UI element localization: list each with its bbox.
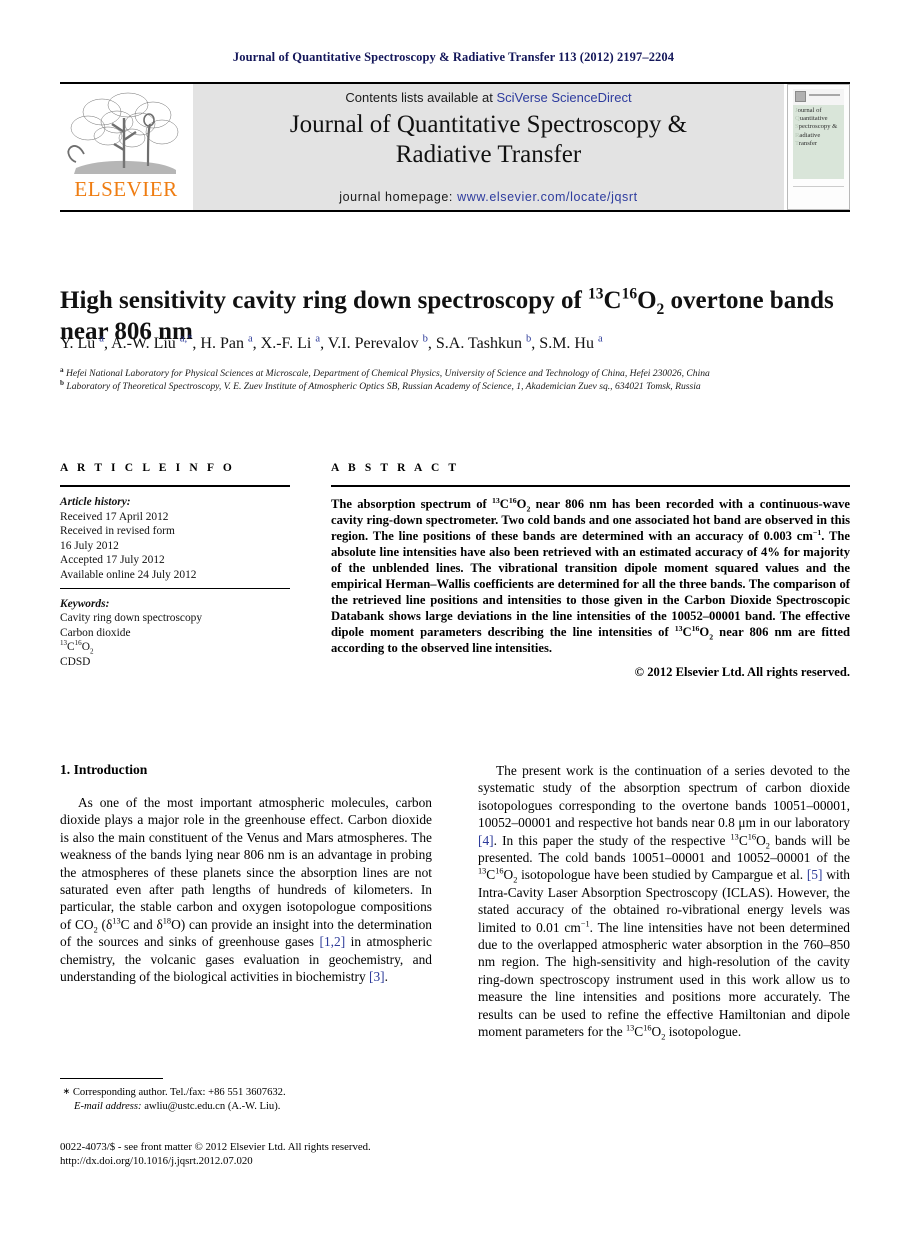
title-o: O — [637, 286, 657, 314]
citation-ref-5[interactable]: [5] — [807, 867, 823, 882]
journal-title-line1: Journal of Quantitative Spectroscopy & — [289, 111, 688, 138]
cover-title-line: Journal of — [795, 107, 822, 114]
article-history-label: Article history: — [60, 496, 131, 508]
article-page: Journal of Quantitative Spectroscopy & R… — [0, 0, 907, 1238]
intro-right-seg-6: . The line intensities have not been det… — [478, 919, 851, 1040]
running-head: Journal of Quantitative Spectroscopy & R… — [232, 50, 675, 64]
intro-right-seg-1: The present work is the continuation of … — [478, 763, 850, 831]
cover-top-bar — [793, 89, 844, 105]
email-label: E-mail address: — [74, 1101, 142, 1112]
intro-right-seg-7: isotopologue. — [665, 1024, 742, 1040]
journal-homepage-link[interactable]: www.elsevier.com/locate/jqsrt — [457, 190, 638, 204]
abstract-column: A B S T R A C T The absorption spectrum … — [331, 462, 850, 680]
corresponding-author-note: ∗ Corresponding author. Tel./fax: +86 55… — [60, 1084, 432, 1100]
journal-title-line2: Radiative Transfer — [395, 141, 582, 168]
imprint-block: 0022-4073/$ - see front matter © 2012 El… — [60, 1140, 480, 1169]
affiliations: a Hefei National Laboratory for Physical… — [60, 365, 850, 394]
cover-title-line: Radiative — [795, 131, 821, 139]
intro-left-seg-2: (δ — [97, 916, 113, 932]
abstract-heading: A B S T R A C T — [331, 462, 460, 474]
body-left-column: 1. Introduction As one of the most impor… — [60, 762, 432, 985]
affiliation-b-text: Laboratory of Theoretical Spectroscopy, … — [66, 380, 701, 392]
citation-ref-3[interactable]: [3] — [369, 969, 385, 984]
intro-right-seg-4: isotopologue have been studied by Campar… — [517, 867, 807, 883]
corresponding-author-text: Corresponding author. Tel./fax: +86 551 … — [72, 1087, 286, 1098]
article-info-heading: A R T I C L E I N F O — [60, 462, 235, 474]
abstract-rule — [331, 485, 850, 487]
cover-title-line: Quantitative — [795, 115, 828, 123]
history-item: Received in revised form — [60, 525, 175, 538]
title-c: C — [603, 286, 622, 314]
intro-left-seg-3: C and δ — [120, 916, 163, 932]
intro-left-seg-1: As one of the most important atmospheric… — [60, 795, 432, 932]
affiliation-a: a Hefei National Laboratory for Physical… — [60, 365, 850, 381]
journal-cover-thumbnail: Journal of Quantitative Spectroscopy & R… — [787, 84, 850, 210]
contents-prefix: Contents lists available at — [345, 90, 497, 105]
citation-ref-4[interactable]: [4] — [478, 833, 494, 848]
keywords-rule — [60, 587, 290, 589]
affiliation-b: b Laboratory of Theoretical Spectroscopy… — [60, 378, 850, 394]
keywords-label: Keywords: — [60, 597, 110, 610]
email-note: E-mail address: awliu@ustc.edu.cn (A.-W.… — [60, 1100, 432, 1114]
cover-top-rule — [809, 94, 840, 96]
history-item: Received 17 April 2012 — [60, 510, 169, 523]
history-item: Accepted 17 July 2012 — [60, 554, 165, 567]
elsevier-wordmark: ELSEVIER — [74, 177, 178, 201]
cover-green-panel: Journal of Quantitative Spectroscopy & R… — [793, 89, 844, 179]
intro-right-seg-2: . In this paper the study of the respect… — [493, 832, 731, 848]
imprint-doi[interactable]: http://dx.doi.org/10.1016/j.jqsrt.2012.0… — [60, 1154, 480, 1168]
keyword-item: Cavity ring down spectroscopy — [60, 612, 203, 625]
article-info-rule — [60, 485, 290, 487]
keyword-item-isotope: 13C16O2 — [60, 639, 94, 656]
title-sup-16: 16 — [621, 285, 638, 303]
footnote-block: ∗ Corresponding author. Tel./fax: +86 55… — [60, 1078, 432, 1114]
intro-paragraph-right: The present work is the continuation of … — [478, 763, 851, 1042]
email-address[interactable]: awliu@ustc.edu.cn (A.-W. Liu). — [144, 1101, 280, 1112]
elsevier-tree-icon — [67, 92, 179, 174]
article-info-column: A R T I C L E I N F O Article history: R… — [60, 462, 290, 670]
footnote-marker: ∗ — [62, 1086, 71, 1096]
cover-title-line: Spectroscopy & — [795, 123, 838, 131]
title-text-1: High sensitivity cavity ring down spectr… — [60, 286, 589, 314]
section-heading-introduction: 1. Introduction — [60, 762, 148, 777]
footnote-rule — [60, 1078, 163, 1079]
cover-title-text: Journal of Quantitative Spectroscopy & R… — [795, 107, 844, 148]
author-list: Y. Lu a, A.-W. Liu a,*, H. Pan a, X.-F. … — [60, 333, 603, 352]
intro-left-seg-6: . — [384, 969, 389, 985]
journal-homepage-line: journal homepage: www.elsevier.com/locat… — [193, 190, 784, 204]
keywords-block: Keywords: Cavity ring down spectroscopy … — [60, 597, 290, 670]
abstract-copyright: © 2012 Elsevier Ltd. All rights reserved… — [634, 665, 850, 679]
body-right-column: The present work is the continuation of … — [478, 762, 850, 1041]
cover-title-line: Transfer — [795, 139, 818, 147]
sciencedirect-link[interactable]: SciVerse ScienceDirect — [496, 90, 631, 105]
masthead-bottom-rule — [60, 210, 850, 212]
history-item: Available online 24 July 2012 — [60, 568, 197, 581]
abstract-seg-3: . The absolute line intensities have als… — [331, 529, 850, 639]
history-item: 16 July 2012 — [60, 539, 119, 552]
journal-title: Journal of Quantitative Spectroscopy & R… — [193, 110, 784, 170]
homepage-prefix: journal homepage: — [339, 190, 458, 204]
citation-ref-1-2[interactable]: [1,2] — [320, 934, 346, 949]
affiliation-b-marker: b — [60, 378, 64, 387]
imprint-line-1: 0022-4073/$ - see front matter © 2012 El… — [60, 1141, 371, 1153]
title-sup-13: 13 — [588, 285, 604, 303]
affiliation-a-marker: a — [60, 365, 64, 374]
intro-paragraph-left: As one of the most important atmospheric… — [60, 795, 432, 985]
affiliation-a-text: Hefei National Laboratory for Physical S… — [66, 368, 710, 379]
abstract-seg-1: The absorption spectrum of — [331, 497, 492, 511]
article-history: Article history: Received 17 April 2012 … — [60, 495, 290, 583]
contents-list-line: Contents lists available at SciVerse Sci… — [193, 90, 784, 105]
journal-masthead: ELSEVIER Contents lists available at Sci… — [60, 82, 850, 212]
masthead-center-band: Contents lists available at SciVerse Sci… — [193, 84, 784, 210]
cover-seal-icon — [795, 91, 806, 102]
keyword-item: CDSD — [60, 655, 91, 668]
keyword-item: Carbon dioxide — [60, 626, 131, 639]
cover-bottom-rule — [793, 186, 844, 187]
elsevier-logo: ELSEVIER — [60, 88, 192, 206]
abstract-text: The absorption spectrum of 13C16O2 near … — [331, 495, 850, 655]
